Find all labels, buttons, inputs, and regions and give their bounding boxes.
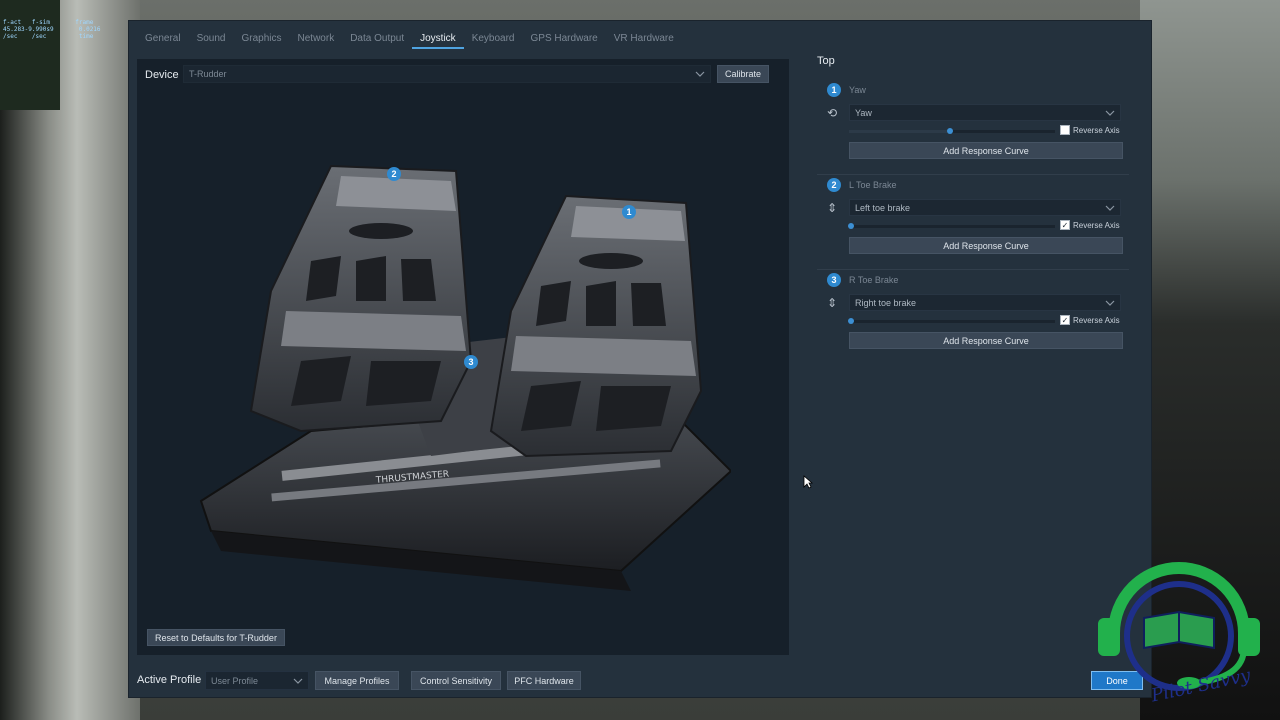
device-label: Device [145, 69, 179, 81]
axis-assignment-select[interactable]: Yaw [849, 104, 1121, 121]
axis-title: Yaw [849, 85, 866, 95]
axis-slider-knob[interactable] [947, 128, 953, 134]
axis-number: 3 [827, 273, 841, 287]
axis-block-yaw: 1 Yaw ⟲ Yaw Reverse Axis Add Response Cu… [817, 83, 1129, 177]
chevron-down-icon [1105, 108, 1115, 118]
reset-defaults-button[interactable]: Reset to Defaults for T-Rudder [147, 629, 285, 646]
reverse-axis-label: Reverse Axis [1073, 315, 1120, 325]
chevron-down-icon [293, 676, 303, 686]
reverse-axis-label: Reverse Axis [1073, 220, 1120, 230]
watermark-logo: Pilot Savvy [1098, 562, 1260, 707]
reverse-axis-toggle[interactable]: ✓ Reverse Axis [1060, 220, 1120, 230]
chevron-down-icon [695, 69, 705, 79]
tab-general[interactable]: General [137, 27, 189, 49]
bottom-bar: Active Profile User Profile Manage Profi… [129, 671, 1153, 691]
device-panel: Device T-Rudder Calibrate THRUSTMASTER 2… [137, 59, 789, 655]
axis-block-left-toe-brake: 2 L Toe Brake ⇕ Left toe brake ✓ Reverse… [817, 174, 1129, 272]
watermark-text: Pilot Savvy [1148, 665, 1253, 707]
axis-number: 1 [827, 83, 841, 97]
reverse-axis-checkbox[interactable] [1060, 125, 1070, 135]
rotate-icon: ⟲ [826, 106, 838, 120]
axis-slider-fill [849, 130, 949, 133]
axis-badge-3: 3 [464, 355, 478, 369]
axis-assignment-select[interactable]: Right toe brake [849, 294, 1121, 311]
reverse-axis-label: Reverse Axis [1073, 125, 1120, 135]
axis-block-right-toe-brake: 3 R Toe Brake ⇕ Right toe brake ✓ Revers… [817, 269, 1129, 367]
control-sensitivity-button[interactable]: Control Sensitivity [411, 671, 501, 690]
calibrate-button[interactable]: Calibrate [717, 65, 769, 83]
axis-assignment-value: Left toe brake [855, 202, 911, 213]
tab-data-output[interactable]: Data Output [342, 27, 412, 49]
tab-gps-hardware[interactable]: GPS Hardware [523, 27, 606, 49]
axis-slider[interactable] [848, 318, 1055, 324]
axis-slider-knob[interactable] [848, 223, 854, 229]
divider [817, 174, 1129, 175]
axis-number: 2 [827, 178, 841, 192]
axis-slider[interactable] [849, 128, 1055, 134]
background-cockpit-left: f-act f-sim frame 45.283-9.990s9 0.0216 … [0, 0, 140, 720]
reverse-axis-checkbox[interactable]: ✓ [1060, 220, 1070, 230]
chevron-down-icon [1105, 298, 1115, 308]
tab-keyboard[interactable]: Keyboard [464, 27, 523, 49]
active-profile-label: Active Profile [137, 674, 202, 686]
add-response-curve-button[interactable]: Add Response Curve [849, 142, 1123, 159]
axis-badge-1: 1 [622, 205, 636, 219]
frame-rate-readout: f-act f-sim frame 45.283-9.990s9 0.0216 … [3, 19, 101, 40]
settings-window: General Sound Graphics Network Data Outp… [128, 20, 1152, 698]
chevron-down-icon [1105, 203, 1115, 213]
axis-slider[interactable] [848, 223, 1055, 229]
up-down-icon: ⇕ [826, 296, 838, 310]
tab-vr-hardware[interactable]: VR Hardware [606, 27, 682, 49]
tab-graphics[interactable]: Graphics [234, 27, 290, 49]
add-response-curve-button[interactable]: Add Response Curve [849, 332, 1123, 349]
pfc-hardware-button[interactable]: PFC Hardware [507, 671, 581, 690]
tab-network[interactable]: Network [290, 27, 343, 49]
settings-tabs: General Sound Graphics Network Data Outp… [137, 27, 682, 49]
tab-sound[interactable]: Sound [189, 27, 234, 49]
reverse-axis-toggle[interactable]: ✓ Reverse Axis [1060, 315, 1120, 325]
section-title: Top [817, 55, 835, 67]
reverse-axis-toggle[interactable]: Reverse Axis [1060, 125, 1120, 135]
add-response-curve-button[interactable]: Add Response Curve [849, 237, 1123, 254]
device-select[interactable]: T-Rudder [183, 65, 711, 83]
profile-select[interactable]: User Profile [205, 671, 309, 690]
up-down-icon: ⇕ [826, 201, 838, 215]
axis-assignment-select[interactable]: Left toe brake [849, 199, 1121, 216]
axis-badge-2: 2 [387, 167, 401, 181]
axis-config-panel: Top 1 Yaw ⟲ Yaw Reverse Axis Add Respons… [817, 53, 1129, 383]
manage-profiles-button[interactable]: Manage Profiles [315, 671, 399, 690]
axis-slider-knob[interactable] [848, 318, 854, 324]
divider [817, 269, 1129, 270]
axis-title: R Toe Brake [849, 275, 899, 285]
tab-joystick[interactable]: Joystick [412, 27, 464, 49]
device-select-value: T-Rudder [189, 69, 227, 79]
rudder-pedals-image: THRUSTMASTER [199, 164, 731, 591]
axis-assignment-value: Yaw [855, 107, 872, 118]
reverse-axis-checkbox[interactable]: ✓ [1060, 315, 1070, 325]
background-panel [0, 0, 60, 110]
profile-select-value: User Profile [211, 675, 259, 686]
axis-title: L Toe Brake [849, 180, 897, 190]
mouse-cursor-icon [803, 475, 813, 489]
axis-assignment-value: Right toe brake [855, 297, 917, 308]
